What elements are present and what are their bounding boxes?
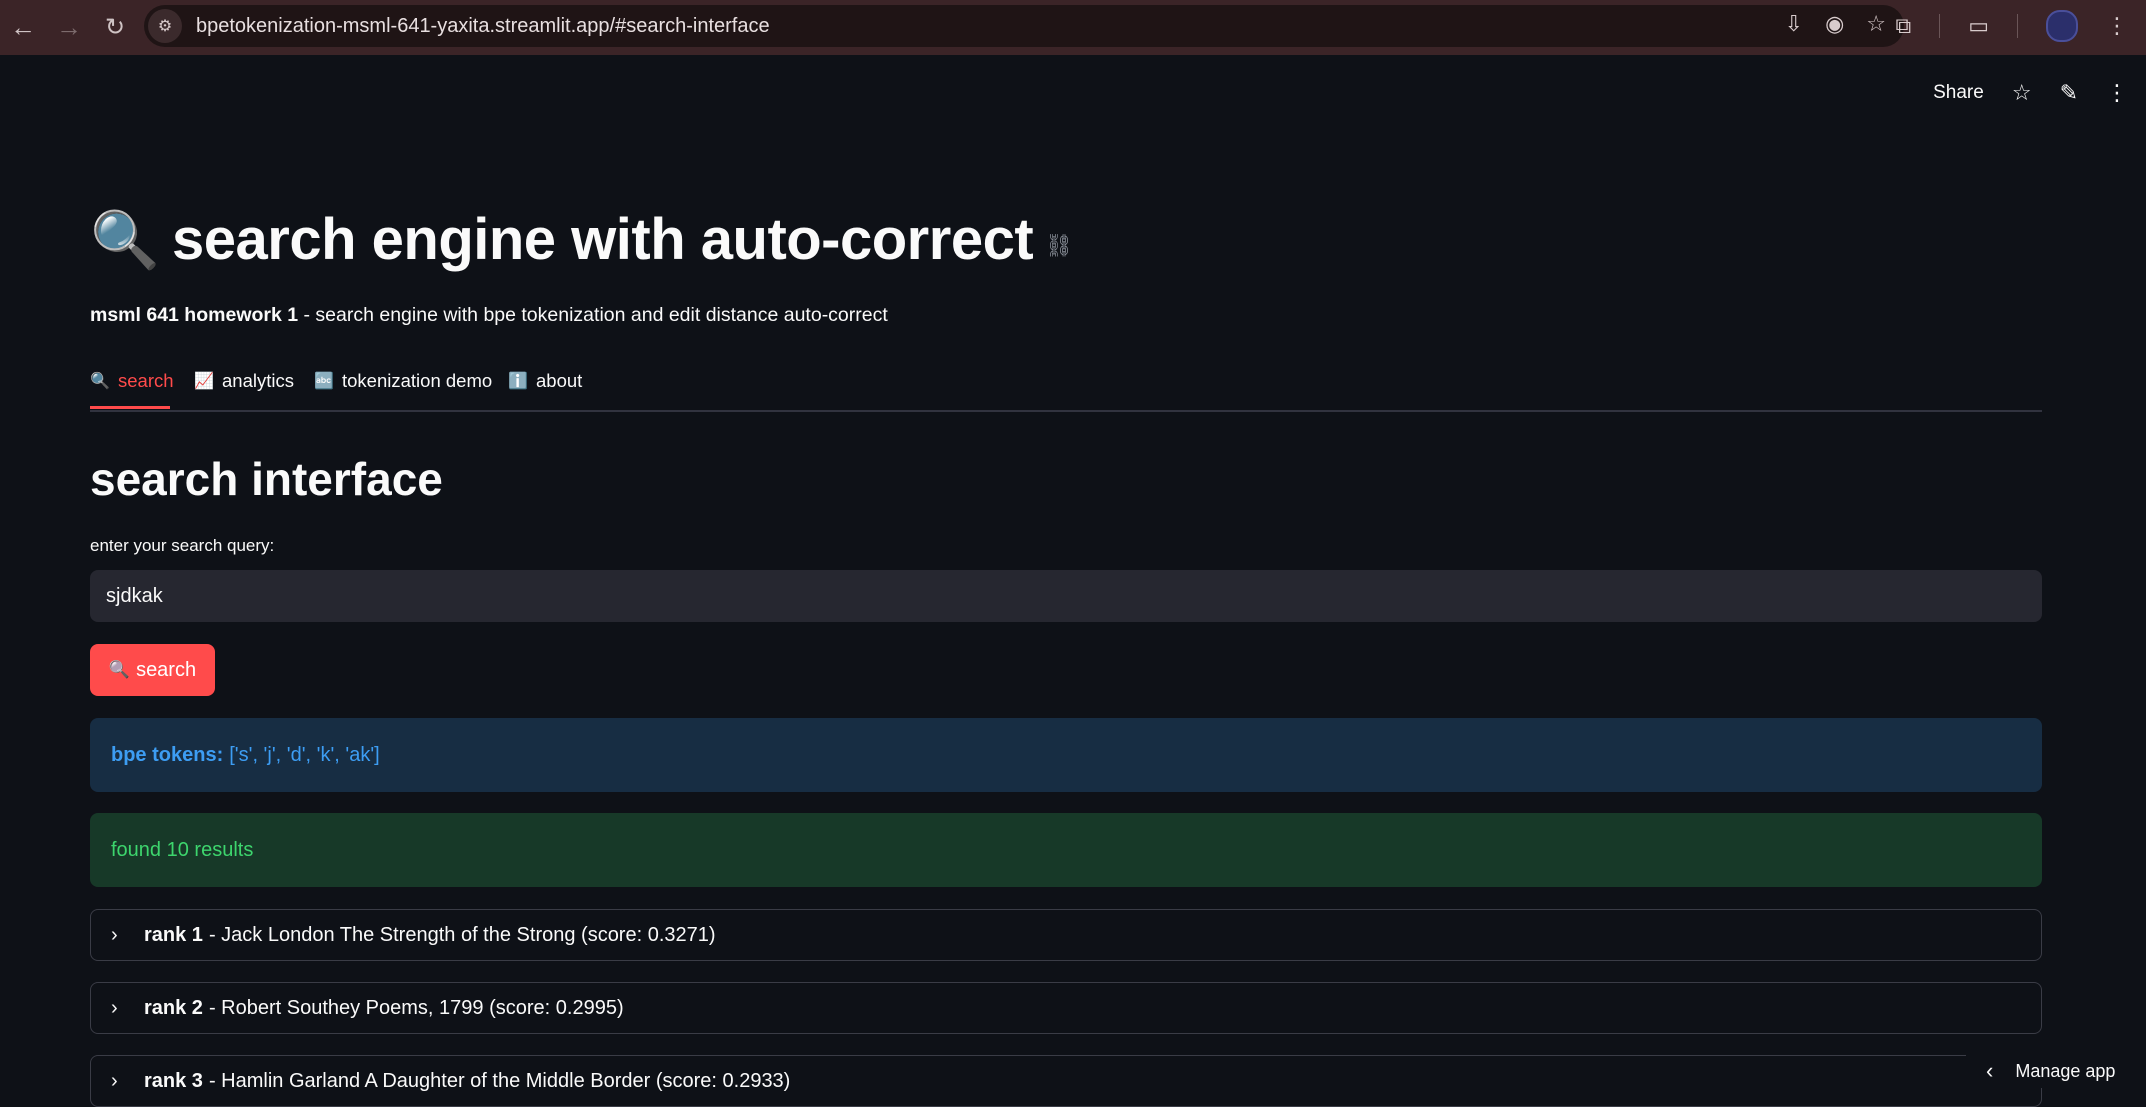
subtitle-rest: - search engine with bpe tokenization an… [298, 304, 888, 326]
subtitle-bold: msml 641 homework 1 [90, 304, 299, 326]
toolbar-divider [2017, 14, 2018, 38]
result-rank: rank 1 [144, 923, 203, 946]
tab-bar: 🔍 search 📈 analytics 🔤 tokenization demo… [90, 366, 2042, 412]
search-button[interactable]: 🔍 search [90, 644, 215, 696]
manage-app-label: Manage app [2015, 1060, 2116, 1081]
address-bar[interactable]: ⚙ bpetokenization-msml-641-yaxita.stream… [144, 5, 1904, 47]
result-expander[interactable]: › rank 2 - Robert Southey Poems, 1799 (s… [90, 982, 2042, 1034]
edit-pencil-icon[interactable]: ✎ [2060, 80, 2078, 106]
bpe-tokens-value: ['s', 'j', 'd', 'k', 'ak'] [229, 743, 380, 766]
manage-app-button[interactable]: ‹ Manage app [1966, 1054, 2146, 1088]
site-info-icon[interactable]: ⚙ [148, 9, 182, 43]
title-text: search engine with auto-correct [172, 207, 1034, 272]
star-icon[interactable]: ☆ [2012, 80, 2032, 106]
magnifier-icon: 🔍 [90, 373, 110, 390]
tab-about[interactable]: ℹ️ about [508, 370, 582, 392]
install-app-icon[interactable]: ⇩ [1785, 11, 1803, 37]
toolbar-divider [1939, 14, 1941, 38]
result-title: - Hamlin Garland A Daughter of the Middl… [208, 1069, 791, 1092]
results-count-text: found 10 results [111, 838, 254, 861]
main-menu-icon[interactable]: ⋮ [2106, 80, 2128, 106]
page-title: 🔍 search engine with auto-correct ⛓ [90, 206, 1073, 273]
chevron-left-icon: ‹ [1986, 1058, 1994, 1083]
tab-tokenization-demo[interactable]: 🔤 tokenization demo [314, 370, 492, 392]
abc-icon: 🔤 [314, 373, 334, 390]
tab-label: about [536, 370, 583, 391]
result-expander[interactable]: › rank 3 - Hamlin Garland A Daughter of … [90, 1055, 2042, 1107]
result-rank: rank 2 [144, 996, 203, 1019]
link-icon[interactable]: ⛓ [1045, 233, 1073, 259]
bpe-tokens-alert: bpe tokens: ['s', 'j', 'd', 'k', 'ak'] [90, 718, 2042, 792]
forward-icon[interactable]: → [46, 12, 92, 43]
result-expander[interactable]: › rank 1 - Jack London The Strength of t… [90, 909, 2042, 961]
tracking-protection-icon[interactable]: ◉ [1825, 11, 1844, 37]
tab-label: search [118, 370, 174, 391]
section-heading: search interface [90, 453, 443, 505]
tab-label: analytics [222, 370, 294, 391]
search-button-label: search [136, 658, 197, 681]
profile-avatar[interactable] [2046, 10, 2078, 42]
url-text[interactable]: bpetokenization-msml-641-yaxita.streamli… [196, 15, 770, 38]
subtitle: msml 641 homework 1 - search engine with… [90, 304, 888, 327]
chevron-right-icon: › [111, 1069, 118, 1092]
extensions-icon[interactable]: ⧉ [1895, 13, 1911, 39]
chart-icon: 📈 [194, 373, 214, 390]
magnifier-emoji-icon: 🔍 [90, 207, 160, 271]
magnifier-icon: 🔍 [108, 660, 131, 679]
active-tab-indicator [90, 406, 170, 409]
back-icon[interactable]: ← [0, 12, 46, 43]
search-input-label: enter your search query: [90, 536, 275, 555]
chevron-right-icon: › [111, 996, 118, 1019]
search-input-value[interactable]: sjdkak [106, 585, 163, 608]
bookmark-star-icon[interactable]: ☆ [1866, 11, 1886, 37]
share-button[interactable]: Share [1933, 82, 1984, 104]
browser-toolbar: ← → ↻ ⚙ bpetokenization-msml-641-yaxita.… [0, 0, 2146, 55]
tab-label: tokenization demo [342, 370, 493, 391]
search-input[interactable]: sjdkak [90, 570, 2042, 622]
tab-search-icon[interactable]: ▭ [1968, 13, 1989, 39]
reload-icon[interactable]: ↻ [92, 13, 138, 42]
tab-search[interactable]: 🔍 search [90, 370, 174, 392]
result-rank: rank 3 [144, 1069, 203, 1092]
browser-menu-icon[interactable]: ⋮ [2106, 13, 2128, 39]
results-count-alert: found 10 results [90, 813, 2042, 887]
tab-analytics[interactable]: 📈 analytics [194, 370, 294, 392]
bpe-tokens-label: bpe tokens: [111, 743, 224, 766]
chevron-right-icon: › [111, 923, 118, 946]
info-icon: ℹ️ [508, 373, 528, 390]
app-header: Share ☆ ✎ ⋮ [1933, 80, 2128, 106]
result-title: - Robert Southey Poems, 1799 (score: 0.2… [208, 996, 624, 1019]
result-title: - Jack London The Strength of the Strong… [208, 923, 716, 946]
